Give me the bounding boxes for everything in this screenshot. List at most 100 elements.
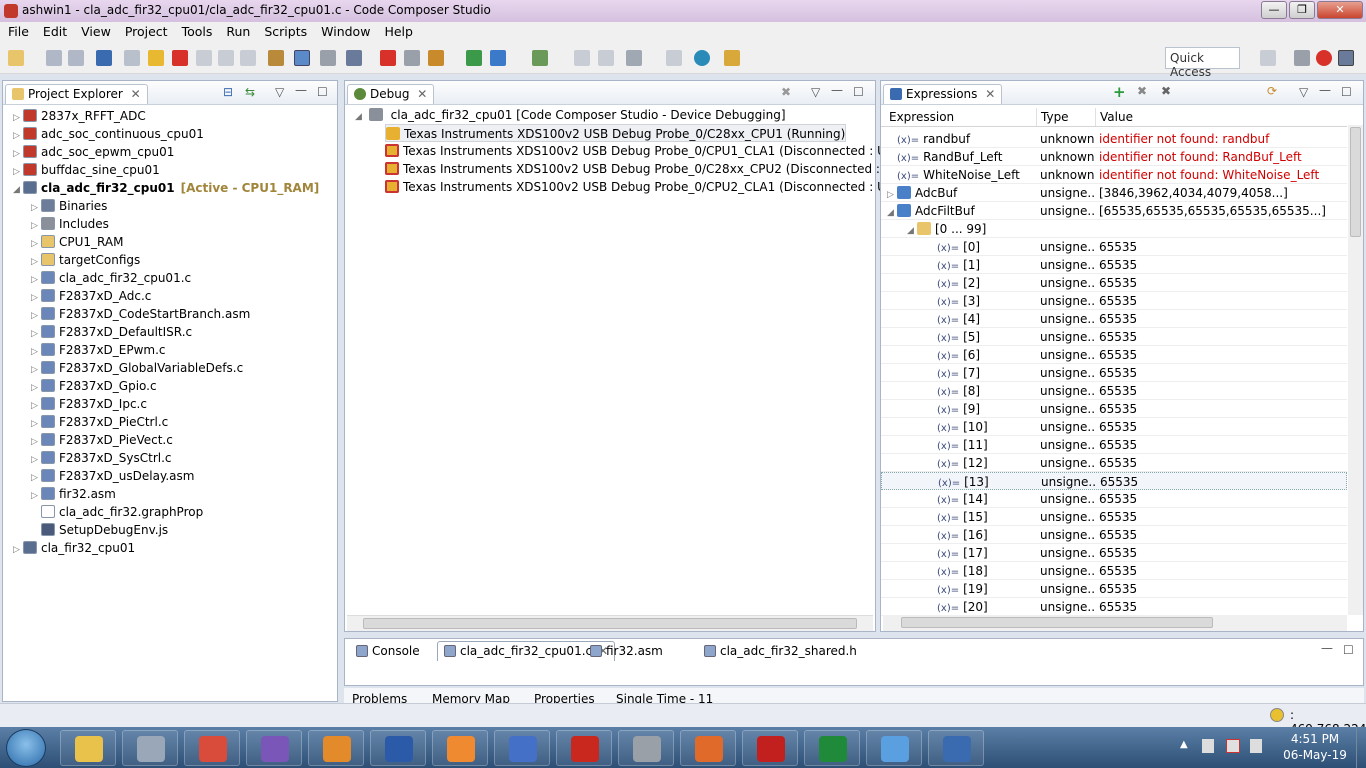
expression-value[interactable]: 65535 — [1095, 598, 1347, 616]
bottom-tab[interactable]: Memory Map — [432, 692, 510, 703]
tab-expressions[interactable]: Expressions ✕ — [883, 84, 1003, 104]
expression-row[interactable]: ◢ [0 ... 99] — [881, 220, 1347, 238]
expression-value[interactable]: 65535 — [1095, 256, 1347, 274]
taskbar-app-button[interactable] — [742, 730, 798, 766]
taskbar-app-button[interactable] — [680, 730, 736, 766]
expression-row[interactable]: (x)= [5] unsigne... 65535 — [881, 328, 1347, 346]
editor-tab[interactable]: Console — [349, 641, 427, 661]
expression-value[interactable]: 65535 — [1095, 292, 1347, 310]
scroll-thumb[interactable] — [901, 617, 1213, 628]
maximize-view-icon[interactable]: ☐ — [1343, 643, 1354, 657]
resume-icon[interactable] — [124, 50, 140, 66]
flag-icon[interactable] — [1226, 739, 1240, 753]
restore-button[interactable]: ❐ — [1289, 1, 1315, 19]
expression-value[interactable]: 65535 — [1095, 238, 1347, 256]
step-over-icon[interactable] — [218, 50, 234, 66]
debug-core-row[interactable]: Texas Instruments XDS100v2 USB Debug Pro… — [385, 124, 847, 142]
close-icon[interactable]: ✕ — [417, 87, 427, 101]
expression-row[interactable]: (x)= [3] unsigne... 65535 — [881, 292, 1347, 310]
expression-row[interactable]: (x)= [10] unsigne... 65535 — [881, 418, 1347, 436]
tree-item[interactable]: ▷ F2837xD_Ipc.c — [31, 395, 147, 413]
memory-grid-icon[interactable] — [268, 50, 284, 66]
tab-project-explorer[interactable]: Project Explorer ✕ — [5, 84, 148, 104]
bottom-tab[interactable]: Properties — [534, 692, 595, 703]
scroll-thumb[interactable] — [1350, 127, 1361, 237]
expanded-arrow-icon[interactable]: ◢ — [907, 222, 917, 238]
taskbar-app-button[interactable] — [928, 730, 984, 766]
collapsed-arrow-icon[interactable]: ▷ — [887, 186, 897, 202]
tree-item[interactable]: ▷ CPU1_RAM — [31, 233, 123, 251]
link-editor-icon[interactable]: ⇆ — [245, 85, 255, 99]
expression-row[interactable]: ◢ AdcFiltBuf unsigne... [65535,65535,65535,… — [881, 202, 1347, 220]
graph-icon[interactable] — [574, 50, 590, 66]
expression-value[interactable]: 65535 — [1095, 454, 1347, 472]
tree-item[interactable]: ▷ F2837xD_DefaultISR.c — [31, 323, 192, 341]
editor-tab[interactable]: fir32.asm — [583, 641, 670, 661]
remove-terminated-icon[interactable]: ✖ — [781, 85, 791, 99]
minimize-view-icon[interactable]: — — [831, 83, 843, 97]
expression-row[interactable]: (x)= randbuf unknown identifier not found: … — [881, 130, 1347, 148]
debug-core-row[interactable]: Texas Instruments XDS100v2 USB Debug Pro… — [385, 178, 937, 196]
expression-value[interactable]: 65535 — [1095, 580, 1347, 598]
close-icon[interactable]: ✕ — [131, 87, 141, 101]
tab-debug[interactable]: Debug ✕ — [347, 84, 435, 104]
expression-value[interactable]: 65535 — [1095, 544, 1347, 562]
taskbar-app-button[interactable] — [556, 730, 612, 766]
system-clock[interactable]: 4:51 PM 06-May-19 — [1280, 731, 1350, 763]
taskbar-app-button[interactable] — [618, 730, 674, 766]
debug-core-row[interactable]: Texas Instruments XDS100v2 USB Debug Pro… — [385, 142, 937, 160]
expression-row[interactable]: (x)= [0] unsigne... 65535 — [881, 238, 1347, 256]
tree-item[interactable]: ▷ F2837xD_Gpio.c — [31, 377, 157, 395]
step-into-icon[interactable] — [196, 50, 212, 66]
expression-row[interactable]: (x)= [11] unsigne... 65535 — [881, 436, 1347, 454]
expression-row[interactable]: (x)= [15] unsigne... 65535 — [881, 508, 1347, 526]
expression-row[interactable]: (x)= [1] unsigne... 65535 — [881, 256, 1347, 274]
taskbar-app-button[interactable] — [370, 730, 426, 766]
tree-item[interactable]: ▷ adc_soc_epwm_cpu01 — [13, 143, 174, 161]
perspective-stop-icon[interactable] — [1316, 50, 1332, 66]
expression-value[interactable]: 65535 — [1095, 490, 1347, 508]
expression-value[interactable]: identifier not found: RandBuf_Left — [1095, 148, 1347, 166]
expression-value[interactable]: 65535 — [1096, 473, 1348, 491]
maximize-view-icon[interactable]: ☐ — [853, 85, 864, 99]
terminal-icon[interactable] — [96, 50, 112, 66]
tree-item[interactable]: ▷ F2837xD_PieVect.c — [31, 431, 173, 449]
tree-item[interactable]: ▷ F2837xD_EPwm.c — [31, 341, 166, 359]
debug-session-row[interactable]: ◢ cla_adc_fir32_cpu01 [Code Composer Stu… — [355, 106, 786, 124]
expression-row[interactable]: (x)= [9] unsigne... 65535 — [881, 400, 1347, 418]
add-expression-icon[interactable]: + — [1113, 83, 1126, 101]
expression-row[interactable]: (x)= [6] unsigne... 65535 — [881, 346, 1347, 364]
tree-item[interactable]: SetupDebugEnv.js — [31, 521, 168, 539]
target-icon[interactable] — [490, 50, 506, 66]
menu-window[interactable]: Window — [313, 22, 376, 39]
expanded-arrow-icon[interactable]: ◢ — [13, 181, 23, 199]
expression-value[interactable]: 65535 — [1095, 364, 1347, 382]
save-all-icon[interactable] — [68, 50, 84, 66]
expressions-vscroll[interactable] — [1348, 125, 1363, 615]
expression-row[interactable]: (x)= WhiteNoise_Left unknown identifier not… — [881, 166, 1347, 184]
save-icon[interactable] — [46, 50, 62, 66]
remove-all-icon[interactable]: ✖ — [1161, 84, 1171, 98]
expression-value[interactable]: 65535 — [1095, 328, 1347, 346]
expression-value[interactable]: 65535 — [1095, 418, 1347, 436]
taskbar-app-button[interactable] — [308, 730, 364, 766]
taskbar-app-button[interactable] — [804, 730, 860, 766]
suspend-icon[interactable] — [148, 50, 164, 66]
tree-item[interactable]: ▷ Binaries — [31, 197, 107, 215]
show-hidden-icons[interactable]: ▲ — [1180, 739, 1188, 750]
minimize-button[interactable]: — — [1261, 1, 1287, 19]
expression-row[interactable]: (x)= [18] unsigne... 65535 — [881, 562, 1347, 580]
tree-item[interactable]: ▷ F2837xD_CodeStartBranch.asm — [31, 305, 250, 323]
expression-row[interactable]: (x)= [2] unsigne... 65535 — [881, 274, 1347, 292]
menu-help[interactable]: Help — [376, 22, 419, 39]
expression-row[interactable]: ▷ AdcBuf unsigne... [3846,3962,4034,4079,40… — [881, 184, 1347, 202]
tree-item[interactable]: ▷ targetConfigs — [31, 251, 140, 269]
close-icon[interactable]: ✕ — [985, 87, 995, 101]
tree-item[interactable]: ▷ cla_fir32_cpu01 — [13, 539, 135, 557]
tree-item[interactable]: ▷ buffdac_sine_cpu01 — [13, 161, 160, 179]
tree-item[interactable]: cla_adc_fir32.graphProp — [31, 503, 203, 521]
taskbar-app-button[interactable] — [122, 730, 178, 766]
debug-launch-icon[interactable] — [346, 50, 362, 66]
expression-row[interactable]: (x)= [4] unsigne... 65535 — [881, 310, 1347, 328]
quick-access-field[interactable]: Quick Access — [1165, 47, 1240, 79]
